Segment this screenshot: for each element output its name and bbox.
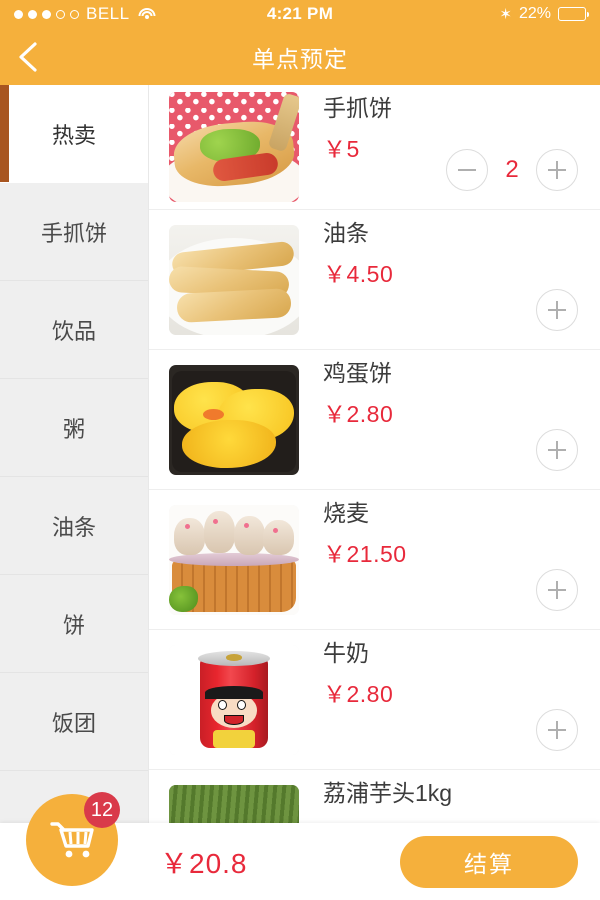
- product-price: ￥2.80: [323, 681, 394, 708]
- product-row[interactable]: 手抓饼 ￥5 2: [149, 85, 600, 210]
- increase-quantity-button[interactable]: [536, 149, 578, 191]
- sidebar-item-rice-ball[interactable]: 饭团: [0, 673, 148, 771]
- product-price: ￥4.50: [323, 261, 394, 288]
- increase-quantity-button[interactable]: [536, 289, 578, 331]
- sidebar-item-label: 饼: [62, 612, 85, 638]
- battery-icon: [558, 7, 589, 21]
- sidebar-item-porridge[interactable]: 粥: [0, 379, 148, 477]
- product-name: 鸡蛋饼: [323, 360, 392, 386]
- product-info: 牛奶 ￥2.80: [323, 630, 580, 709]
- sidebar-item-label: 油条: [51, 514, 96, 540]
- quantity-stepper[interactable]: [536, 709, 578, 751]
- product-info: 荔浦芋头1kg: [323, 770, 580, 815]
- category-sidebar[interactable]: 热卖 手抓饼 饮品 粥 油条 饼 饭团: [0, 85, 148, 900]
- navigation-bar: 单点预定: [0, 28, 600, 85]
- plus-icon: [548, 441, 566, 459]
- minus-icon: [458, 161, 476, 179]
- sidebar-item-hot[interactable]: 热卖: [0, 85, 148, 183]
- sidebar-item-pancake[interactable]: 手抓饼: [0, 183, 148, 281]
- bottom-action-bar: 12 ￥20.8 结算: [0, 792, 600, 900]
- quantity-stepper[interactable]: 2: [446, 149, 578, 191]
- quantity-stepper[interactable]: [536, 429, 578, 471]
- quantity-stepper[interactable]: [536, 569, 578, 611]
- product-info: 鸡蛋饼 ￥2.80: [323, 350, 580, 429]
- product-name: 手抓饼: [323, 95, 392, 121]
- plus-icon: [548, 581, 566, 599]
- cart-badge: 12: [84, 792, 120, 828]
- sidebar-item-label: 饮品: [51, 318, 96, 344]
- plus-icon: [548, 721, 566, 739]
- product-name: 油条: [323, 220, 369, 246]
- product-row[interactable]: 牛奶 ￥2.80: [149, 630, 600, 770]
- product-image: [169, 92, 299, 202]
- cart-button-wrapper[interactable]: 12: [26, 792, 120, 886]
- battery-percent-label: 22%: [518, 5, 551, 22]
- status-bar-right: ✶ 22%: [499, 5, 589, 23]
- product-name: 荔浦芋头1kg: [323, 780, 453, 806]
- page-title: 单点预定: [252, 45, 348, 72]
- decrease-quantity-button[interactable]: [446, 149, 488, 191]
- sidebar-item-drinks[interactable]: 饮品: [0, 281, 148, 379]
- status-bar: BELL 4:21 PM ✶ 22%: [0, 0, 600, 28]
- quantity-value: 2: [505, 156, 519, 183]
- product-image: [169, 224, 299, 335]
- product-info: 油条 ￥4.50: [323, 210, 580, 289]
- sidebar-item-label: 手抓饼: [40, 220, 107, 246]
- shopping-cart-icon: [50, 822, 94, 858]
- sidebar-item-dough-stick[interactable]: 油条: [0, 477, 148, 575]
- increase-quantity-button[interactable]: [536, 569, 578, 611]
- app-screen: BELL 4:21 PM ✶ 22% 单点预定 热卖 手抓饼 饮品 粥 油条 饼…: [0, 0, 600, 900]
- bluetooth-icon: ✶: [499, 5, 512, 23]
- product-image: [169, 364, 299, 475]
- product-name: 牛奶: [323, 640, 369, 666]
- product-list[interactable]: 手抓饼 ￥5 2 油条 ￥4.50 鸡蛋饼 ￥2.80 烧麦 ￥21.50 牛奶…: [148, 85, 600, 900]
- product-price: ￥2.80: [323, 401, 394, 428]
- product-image: [169, 504, 299, 615]
- increase-quantity-button[interactable]: [536, 709, 578, 751]
- content-area: 热卖 手抓饼 饮品 粥 油条 饼 饭团 手抓饼 ￥5 2 油条 ￥4.50 鸡蛋…: [0, 85, 600, 900]
- product-row[interactable]: 烧麦 ￥21.50: [149, 490, 600, 630]
- quantity-stepper[interactable]: [536, 289, 578, 331]
- product-info: 烧麦 ￥21.50: [323, 490, 580, 569]
- product-name: 烧麦: [323, 500, 369, 526]
- increase-quantity-button[interactable]: [536, 429, 578, 471]
- checkout-button[interactable]: 结算: [400, 835, 578, 888]
- product-row[interactable]: 鸡蛋饼 ￥2.80: [149, 350, 600, 490]
- sidebar-item-label: 饭团: [51, 710, 96, 736]
- sidebar-item-label: 热卖: [51, 122, 96, 148]
- product-image: [169, 644, 299, 755]
- product-price: ￥21.50: [323, 541, 407, 568]
- sidebar-item-label: 粥: [62, 416, 85, 442]
- plus-icon: [548, 301, 566, 319]
- product-row[interactable]: 油条 ￥4.50: [149, 210, 600, 350]
- sidebar-item-cake[interactable]: 饼: [0, 575, 148, 673]
- cart-total-price: ￥20.8: [160, 847, 248, 879]
- plus-icon: [548, 161, 566, 179]
